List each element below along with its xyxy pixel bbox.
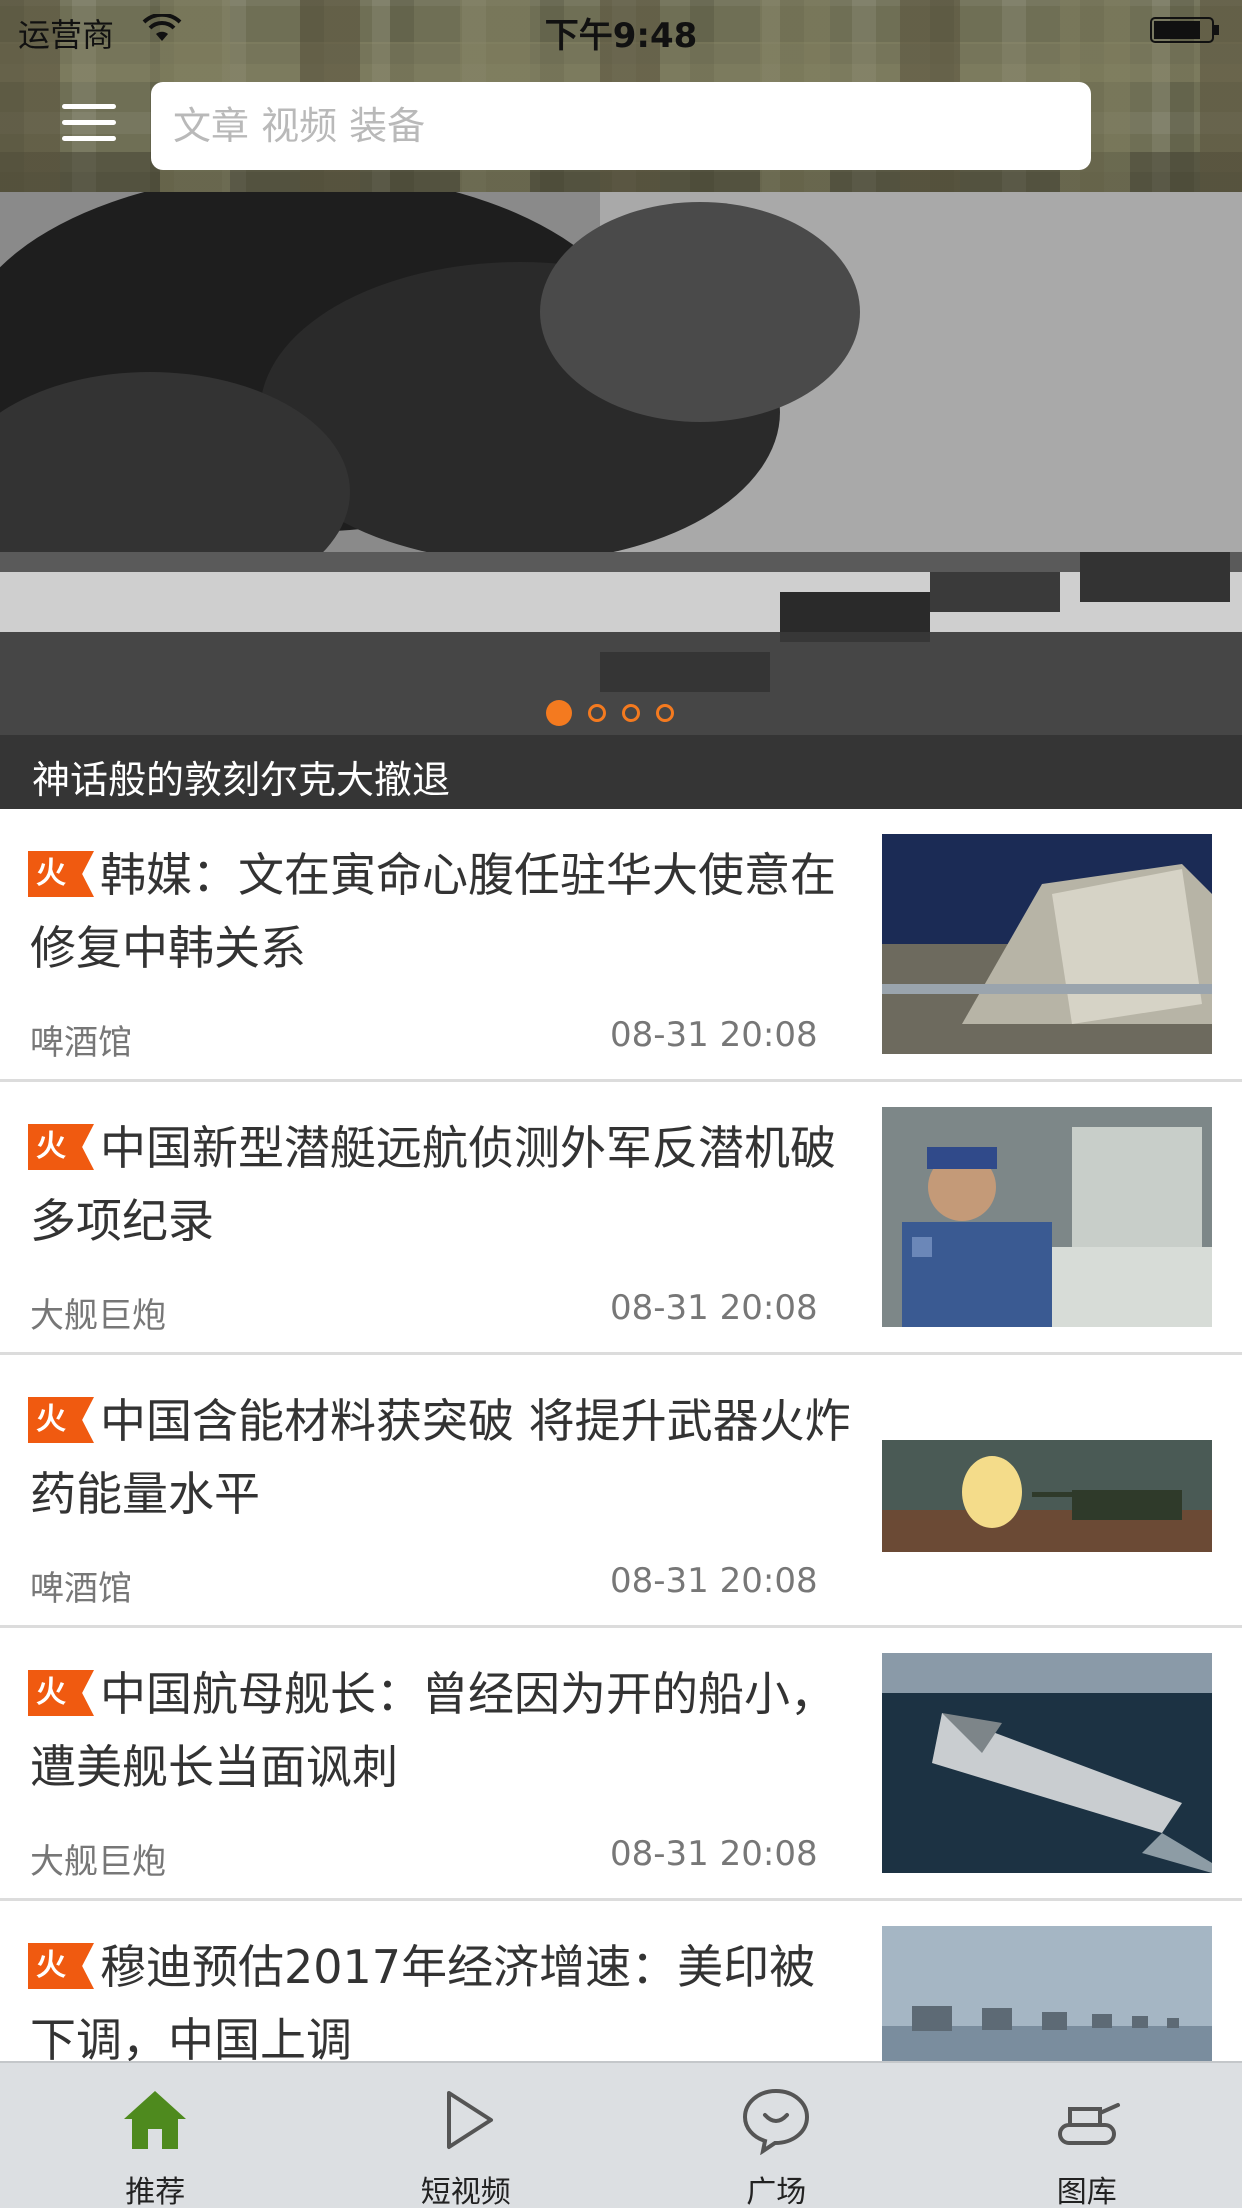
news-item[interactable]: 火 中国含能材料获突破 将提升武器火炸药能量水平 啤酒馆 08-31 20:08: [0, 1355, 1242, 1628]
news-time: 08-31 20:08: [610, 1561, 818, 1601]
status-time: 下午9:48: [544, 16, 698, 56]
news-thumbnail[interactable]: [882, 834, 1212, 1054]
banner-caption: 神话般的敦刻尔克大撤退: [32, 758, 451, 802]
search-bar[interactable]: [151, 82, 1091, 170]
app-header: 运营商 下午9:48: [0, 0, 1242, 192]
news-thumbnail[interactable]: [882, 1107, 1212, 1327]
search-input[interactable]: [173, 96, 1069, 156]
news-thumbnail[interactable]: [882, 1653, 1212, 1873]
news-time: 08-31 20:08: [610, 1834, 818, 1874]
tab-square[interactable]: 广场: [621, 2063, 932, 2208]
news-title[interactable]: 韩媒：文在寅命心腹任驻华大使意在修复中韩关系: [30, 839, 860, 985]
news-item[interactable]: 火 中国新型潜艇远航侦测外军反潜机破多项纪录 大舰巨炮 08-31 20:08: [0, 1082, 1242, 1355]
news-source: 啤酒馆: [30, 1023, 132, 1063]
tab-label: 广场: [746, 2175, 807, 2208]
news-title[interactable]: 中国航母舰长：曾经因为开的船小，遭美舰长当面讽刺: [30, 1658, 860, 1804]
carousel-indicator[interactable]: [546, 700, 674, 726]
news-time: 08-31 20:08: [610, 1015, 818, 1055]
bottom-tab-bar: 推荐 短视频 广场 图库: [0, 2061, 1242, 2208]
carousel-dot[interactable]: [546, 700, 572, 726]
tab-label: 短视频: [420, 2175, 511, 2208]
chat-bubble-icon: [743, 2088, 810, 2155]
news-title[interactable]: 中国新型潜艇远航侦测外军反潜机破多项纪录: [30, 1112, 860, 1258]
news-item[interactable]: 火 韩媒：文在寅命心腹任驻华大使意在修复中韩关系 啤酒馆 08-31 20:08: [0, 809, 1242, 1082]
play-icon: [446, 2091, 493, 2149]
tab-gallery[interactable]: 图库: [932, 2063, 1242, 2208]
news-source: 啤酒馆: [30, 1569, 132, 1609]
battery-icon: [1150, 17, 1219, 43]
news-list: 火 韩媒：文在寅命心腹任驻华大使意在修复中韩关系 啤酒馆 08-31 20:08…: [0, 809, 1242, 2174]
news-source: 大舰巨炮: [30, 1842, 166, 1882]
menu-icon[interactable]: [62, 104, 116, 146]
tab-label: 推荐: [125, 2175, 186, 2208]
tab-recommend[interactable]: 推荐: [0, 2063, 311, 2208]
carousel-dot[interactable]: [622, 704, 640, 722]
news-item[interactable]: 火 中国航母舰长：曾经因为开的船小，遭美舰长当面讽刺 大舰巨炮 08-31 20…: [0, 1628, 1242, 1901]
banner-caption-bar: 神话般的敦刻尔克大撤退: [0, 735, 1242, 809]
news-time: 08-31 20:08: [610, 1288, 818, 1328]
banner-carousel[interactable]: 神话般的敦刻尔克大撤退: [0, 192, 1242, 809]
carousel-dot[interactable]: [588, 704, 606, 722]
tab-label: 图库: [1056, 2175, 1117, 2208]
home-icon: [124, 2091, 187, 2149]
news-title[interactable]: 中国含能材料获突破 将提升武器火炸药能量水平: [30, 1385, 860, 1531]
tab-short-video[interactable]: 短视频: [311, 2063, 622, 2208]
news-source: 大舰巨炮: [30, 1296, 166, 1336]
status-bar: 运营商 下午9:48: [0, 0, 1242, 60]
news-title[interactable]: 穆迪预估2017年经济增速：美印被下调，中国上调: [30, 1931, 860, 2077]
news-thumbnail[interactable]: [882, 1380, 1212, 1600]
tank-icon: [1057, 2103, 1120, 2145]
carousel-dot[interactable]: [656, 704, 674, 722]
